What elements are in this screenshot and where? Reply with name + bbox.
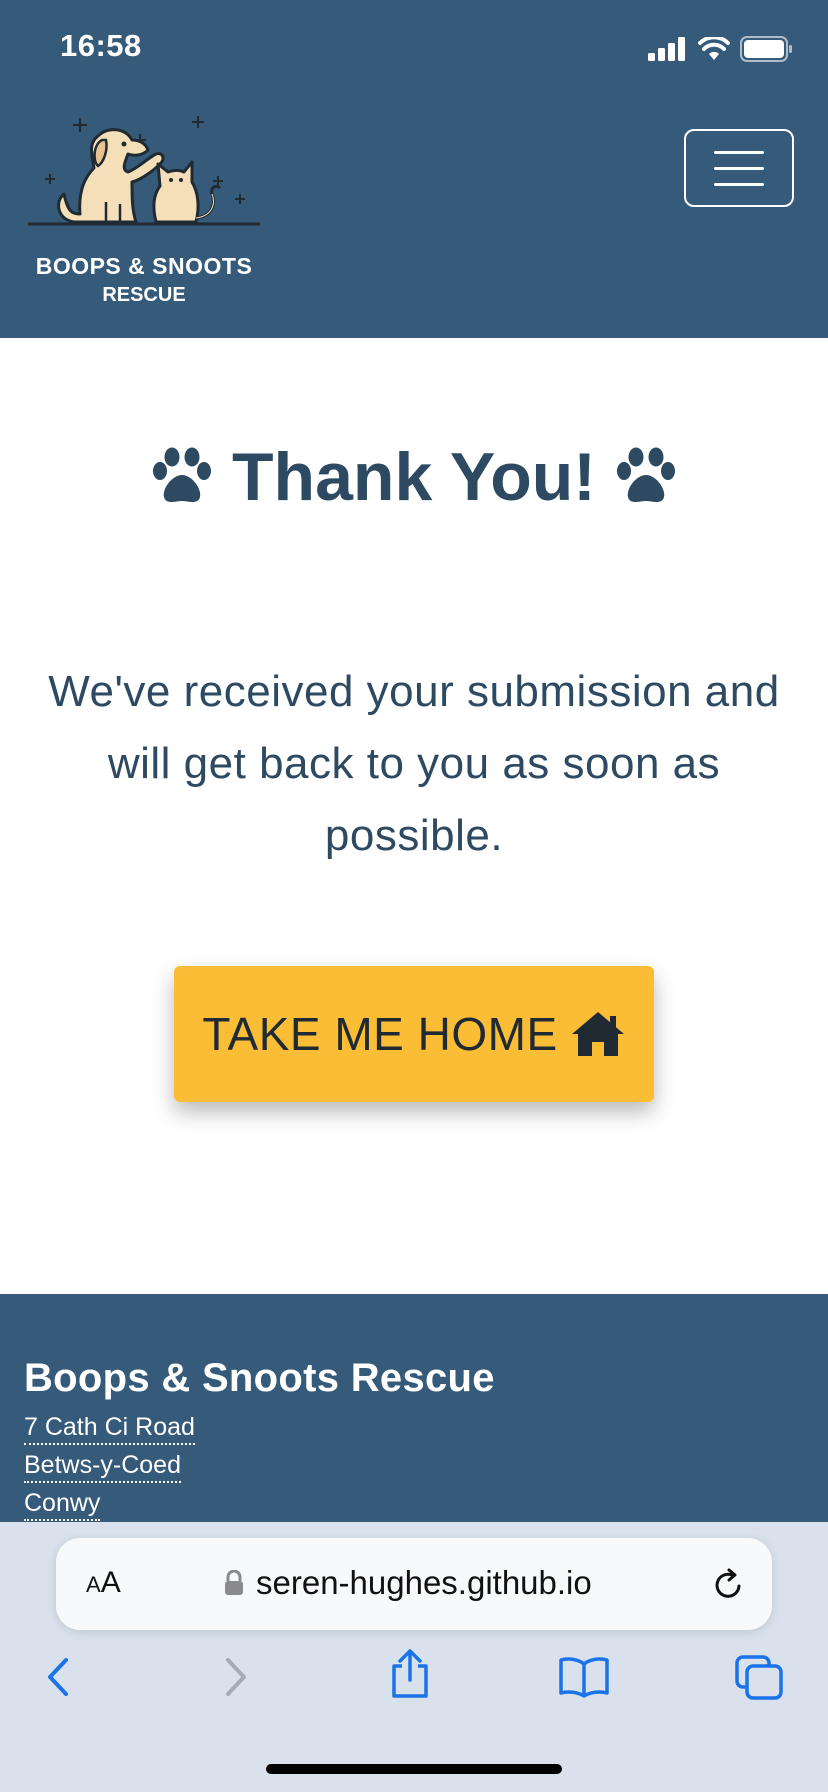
address-town[interactable]: Betws-y-Coed bbox=[24, 1450, 181, 1483]
forward-icon[interactable] bbox=[222, 1656, 250, 1698]
paw-icon bbox=[616, 447, 675, 502]
text-size-button[interactable]: AA bbox=[86, 1566, 121, 1600]
battery-icon bbox=[740, 36, 792, 62]
url-text: seren-hughes.github.io bbox=[256, 1564, 592, 1601]
status-icons bbox=[648, 36, 794, 62]
paw-icon bbox=[153, 447, 212, 502]
hamburger-icon-bar bbox=[714, 150, 764, 154]
house-icon bbox=[571, 1012, 624, 1056]
status-time: 16:58 bbox=[60, 28, 142, 63]
footer-title: Boops & Snoots Rescue bbox=[24, 1356, 495, 1400]
text-size-big: A bbox=[100, 1566, 121, 1599]
dog-cat-logo-icon bbox=[28, 116, 260, 226]
logo-text: BOOPS & SNOOTS RESCUE bbox=[28, 252, 260, 310]
hamburger-icon-bar bbox=[714, 182, 764, 186]
text-size-small: A bbox=[86, 1572, 101, 1597]
take-me-home-button[interactable]: TAKE ME HOME bbox=[174, 966, 654, 1102]
address-bar[interactable]: AA seren-hughes.github.io bbox=[56, 1538, 772, 1630]
reload-icon[interactable] bbox=[712, 1566, 746, 1602]
main-content: Thank You! We've received your submissio… bbox=[0, 338, 828, 1294]
page-title-text: Thank You! bbox=[232, 439, 596, 515]
tabs-icon[interactable] bbox=[734, 1654, 784, 1700]
site-footer: Boops & Snoots Rescue 7 Cath Ci Road Bet… bbox=[0, 1294, 828, 1524]
back-icon[interactable] bbox=[44, 1656, 72, 1698]
wifi-icon bbox=[698, 37, 730, 60]
url-display[interactable]: seren-hughes.github.io bbox=[224, 1564, 592, 1602]
address-county[interactable]: Conwy bbox=[24, 1488, 101, 1521]
browser-toolbar: AA seren-hughes.github.io bbox=[0, 1522, 828, 1792]
logo-line-2: RESCUE bbox=[102, 284, 186, 306]
bookmarks-icon[interactable] bbox=[558, 1656, 610, 1698]
logo-line-1: BOOPS & SNOOTS bbox=[35, 253, 253, 279]
hamburger-icon-bar bbox=[714, 166, 764, 170]
signal-icon bbox=[648, 37, 685, 61]
confirmation-message: We've received your submission and will … bbox=[48, 667, 780, 860]
share-icon[interactable] bbox=[388, 1648, 432, 1700]
site-header: 16:58 BOOPS & SNOOTS RESCUE bbox=[0, 0, 828, 338]
menu-toggle-button[interactable] bbox=[684, 129, 794, 207]
site-logo[interactable]: BOOPS & SNOOTS RESCUE bbox=[28, 110, 260, 310]
lock-icon bbox=[225, 1570, 243, 1595]
home-indicator bbox=[266, 1764, 562, 1774]
take-me-home-label: TAKE ME HOME bbox=[202, 1008, 558, 1060]
address-street[interactable]: 7 Cath Ci Road bbox=[24, 1412, 195, 1445]
page-title: Thank You! bbox=[0, 438, 828, 516]
